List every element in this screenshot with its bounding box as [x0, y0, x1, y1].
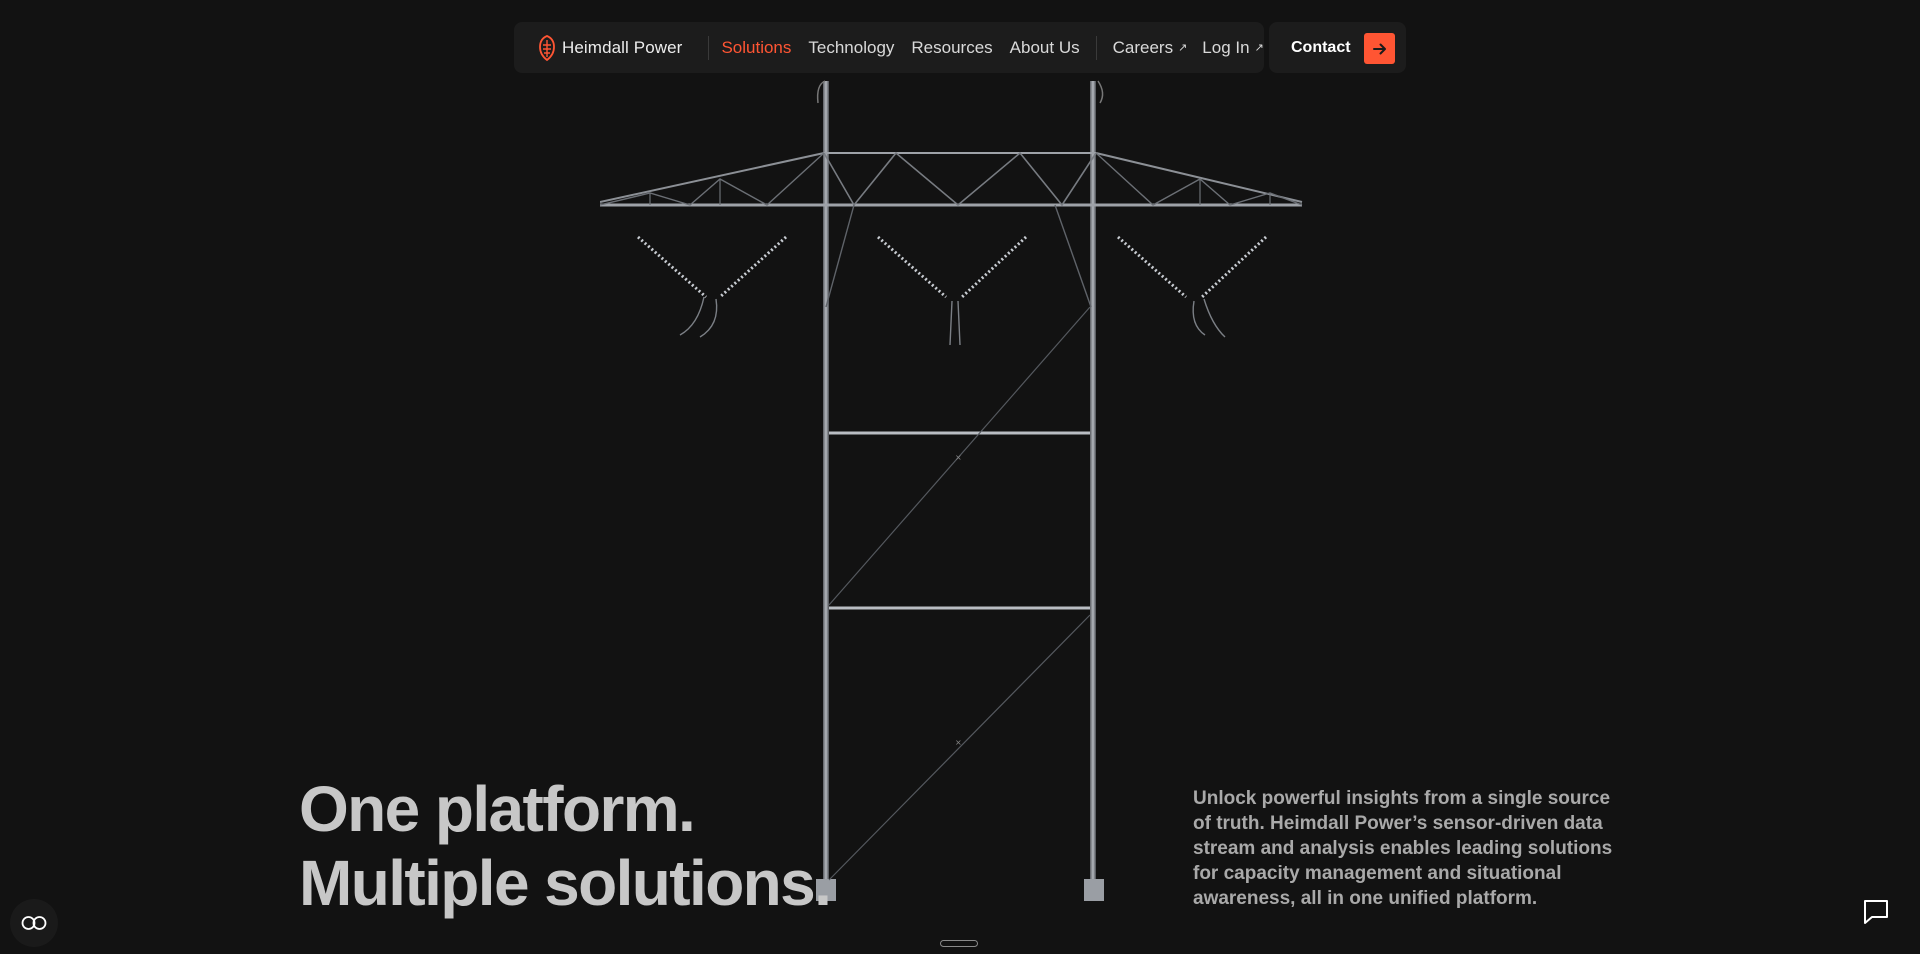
- nav-divider: [708, 35, 710, 60]
- cookie-settings-button[interactable]: [10, 899, 58, 947]
- hero-headline-line-1: One platform.: [299, 773, 696, 845]
- nav-link-resources[interactable]: Resources: [911, 38, 992, 58]
- careers-label: Careers: [1112, 37, 1174, 57]
- logo-text: Heimdall Power: [562, 37, 683, 57]
- hero-description: Unlock powerful insights from a single s…: [1193, 788, 1613, 909]
- heimdall-logo-icon: [539, 34, 555, 61]
- external-arrow-icon: ↗: [1254, 42, 1264, 54]
- hero-headline: One platform. Multiple solutions.: [299, 772, 832, 920]
- nav-external-links: Careers ↗ Log In ↗: [1113, 38, 1264, 58]
- log-in-label: Log In: [1202, 37, 1250, 57]
- contact-button[interactable]: Contact: [1269, 22, 1406, 73]
- page: Heimdall Power Solutions Technology Reso…: [0, 0, 1920, 954]
- nav-link-careers[interactable]: Careers ↗: [1113, 38, 1188, 58]
- arrow-right-icon: [1364, 33, 1395, 64]
- external-arrow-icon: ↗: [1178, 42, 1188, 54]
- nav-link-about-us[interactable]: About Us: [1010, 38, 1080, 58]
- main-nav: Heimdall Power Solutions Technology Reso…: [514, 22, 1264, 73]
- chat-icon: [1864, 900, 1888, 924]
- svg-text:×: ×: [955, 453, 962, 462]
- nav-link-solutions[interactable]: Solutions: [721, 38, 791, 58]
- hero-headline-line-2: Multiple solutions.: [299, 847, 832, 919]
- svg-text:×: ×: [955, 738, 962, 747]
- nav-link-technology[interactable]: Technology: [808, 38, 894, 58]
- logo[interactable]: Heimdall Power: [538, 34, 682, 62]
- cookie-settings-icon: [21, 916, 47, 930]
- contact-label: Contact: [1291, 38, 1351, 56]
- scroll-indicator[interactable]: [940, 940, 978, 947]
- chat-button[interactable]: [1856, 891, 1896, 931]
- nav-divider: [1095, 35, 1097, 60]
- nav-links: Solutions Technology Resources About Us: [721, 38, 1079, 58]
- nav-link-log-in[interactable]: Log In ↗: [1202, 38, 1263, 58]
